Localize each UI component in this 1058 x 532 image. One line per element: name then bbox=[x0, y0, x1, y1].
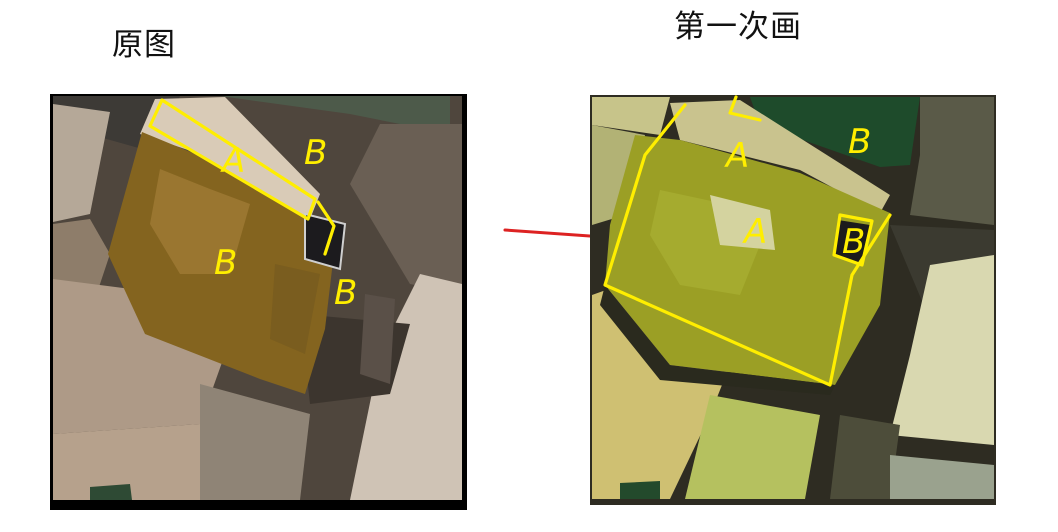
zone-label: A bbox=[724, 136, 749, 176]
dark-square bbox=[304, 212, 347, 271]
field-patch bbox=[53, 424, 225, 500]
original-image-title: 原图 bbox=[112, 27, 176, 63]
field-patch bbox=[620, 481, 660, 499]
field-patch bbox=[830, 415, 900, 499]
zone-label: B bbox=[214, 243, 237, 283]
first-painting-title: 第一次画 bbox=[674, 9, 802, 45]
zone-label: A bbox=[742, 212, 767, 252]
painting-image: A A B B bbox=[590, 95, 996, 505]
field-patch bbox=[910, 97, 994, 225]
zone-label: B bbox=[304, 133, 327, 173]
zone-label: B bbox=[334, 273, 357, 313]
zone-label: B bbox=[842, 222, 865, 262]
zone-label: B bbox=[848, 122, 871, 162]
zone-label: A bbox=[220, 141, 245, 181]
original-photo: A B B B bbox=[50, 94, 467, 510]
field-patch bbox=[360, 294, 395, 384]
